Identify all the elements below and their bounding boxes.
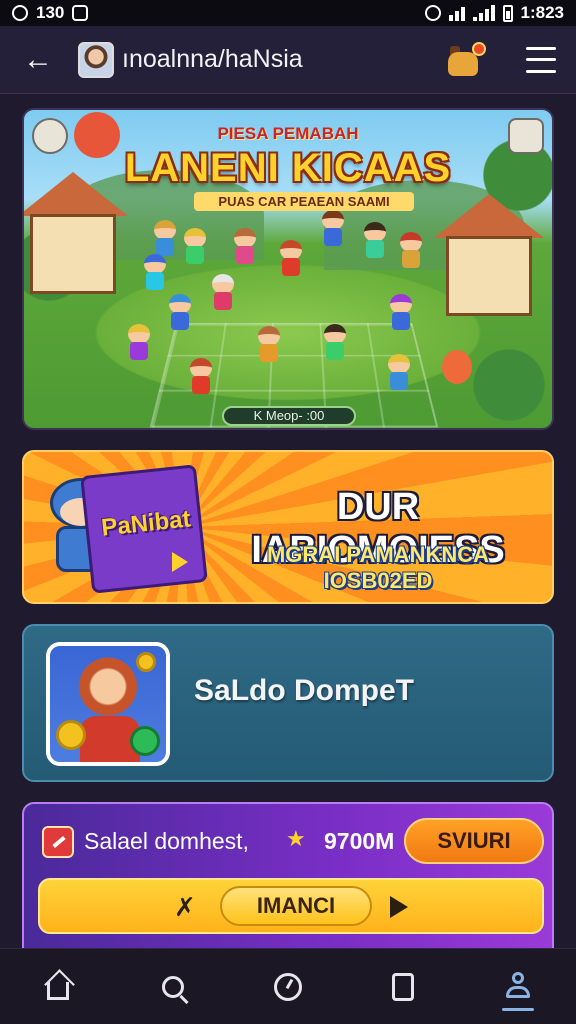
action-bar: ✗ IMANCI: [38, 878, 544, 934]
character: [144, 254, 166, 292]
nav-active-indicator: [502, 1007, 535, 1011]
notification-dot-icon: [12, 5, 28, 21]
back-button[interactable]: ←: [20, 42, 56, 78]
app-notification-icon: [72, 5, 89, 21]
notification-icon[interactable]: [508, 118, 544, 154]
menu-line: [526, 46, 556, 50]
status-right: 1:823: [424, 3, 564, 23]
hamburger-menu-button[interactable]: [526, 46, 556, 73]
clock-icon: [273, 972, 302, 1001]
character: [190, 358, 212, 396]
character: [234, 228, 256, 266]
signal-icon: [472, 5, 495, 21]
character: [324, 324, 346, 362]
balance-badge-icon: [42, 826, 74, 858]
app-bar: ← ınoalnna/haNsia: [0, 26, 576, 94]
status-time: 1:823: [520, 3, 564, 22]
alarm-icon: [424, 5, 441, 21]
character: [169, 294, 191, 332]
character: [390, 294, 412, 332]
play-icon: [172, 552, 188, 572]
nav-home[interactable]: [28, 957, 88, 1017]
battery-icon: [502, 4, 513, 22]
menu-line: [526, 58, 556, 61]
bottom-nav: [0, 948, 576, 1024]
character: [400, 232, 422, 270]
page-icon: [392, 972, 415, 1001]
balance-action-button[interactable]: SVIURI: [404, 818, 544, 864]
wifi-icon: [448, 5, 465, 21]
balance-amount: 9700M: [324, 828, 395, 854]
character: [258, 326, 280, 364]
hero-subtitle: PIESA PEMABAH: [217, 124, 359, 143]
settings-gear-icon[interactable]: [32, 118, 68, 154]
character: [364, 222, 386, 260]
app-title: ınoalnna/haNsia: [122, 45, 303, 73]
dog-icon: [448, 51, 478, 76]
close-x-icon[interactable]: ✗: [174, 892, 196, 923]
status-left: 130: [12, 3, 89, 23]
house-right: [446, 236, 532, 316]
character: [212, 274, 234, 312]
wallet-card[interactable]: SaLdo DompeT: [22, 624, 554, 782]
promo-banner[interactable]: PaNibat DUR IABIOMOIESS MGRAI PAMANKNCA …: [22, 450, 554, 604]
nav-page[interactable]: [373, 957, 433, 1017]
character: [128, 324, 150, 362]
avatar[interactable]: [78, 41, 114, 78]
dog-icon-button[interactable]: [444, 40, 486, 80]
status-left-text: 130: [36, 3, 65, 22]
star-icon: ★: [286, 826, 306, 851]
dog-badge-icon: [472, 41, 486, 56]
hero-status-pill: K Meop- :00: [222, 406, 356, 426]
house-left: [30, 214, 116, 294]
hero-title: LANENI KICAAS: [124, 146, 452, 190]
balloon-decoration: [442, 350, 472, 384]
profile-icon: [503, 971, 533, 1002]
character: [322, 210, 344, 248]
balance-label: Salael domhest,: [84, 828, 249, 854]
nav-clock[interactable]: [258, 957, 318, 1017]
balance-card: Salael domhest, ★ 9700M SVIURI ✗ IMANCI: [22, 802, 554, 962]
wallet-title: SaLdo DompeT: [194, 674, 415, 707]
character: [184, 228, 206, 266]
search-icon: [161, 975, 184, 998]
nav-search[interactable]: [143, 957, 203, 1017]
wallet-mascot-icon: [46, 642, 170, 766]
play-icon[interactable]: [390, 896, 408, 918]
home-icon: [46, 981, 69, 1000]
character: [280, 240, 302, 278]
promo-subtitle: MGRAI PAMANKNCA IOSB02ED: [266, 542, 490, 593]
action-pill-button[interactable]: IMANCI: [220, 886, 372, 926]
character: [154, 220, 176, 258]
menu-line: [526, 69, 556, 73]
tree-decoration: [464, 340, 552, 428]
character: [388, 354, 410, 392]
hero-tagline: PUAS CAR PEAEAN SAAMI: [194, 192, 414, 211]
status-bar: 130 1:823: [0, 0, 576, 26]
back-arrow-icon: ←: [23, 42, 53, 76]
hero-banner[interactable]: PIESA PEMABAH LANENI KICAAS PUAS CAR PEA…: [22, 108, 554, 430]
nav-profile[interactable]: [488, 957, 548, 1017]
